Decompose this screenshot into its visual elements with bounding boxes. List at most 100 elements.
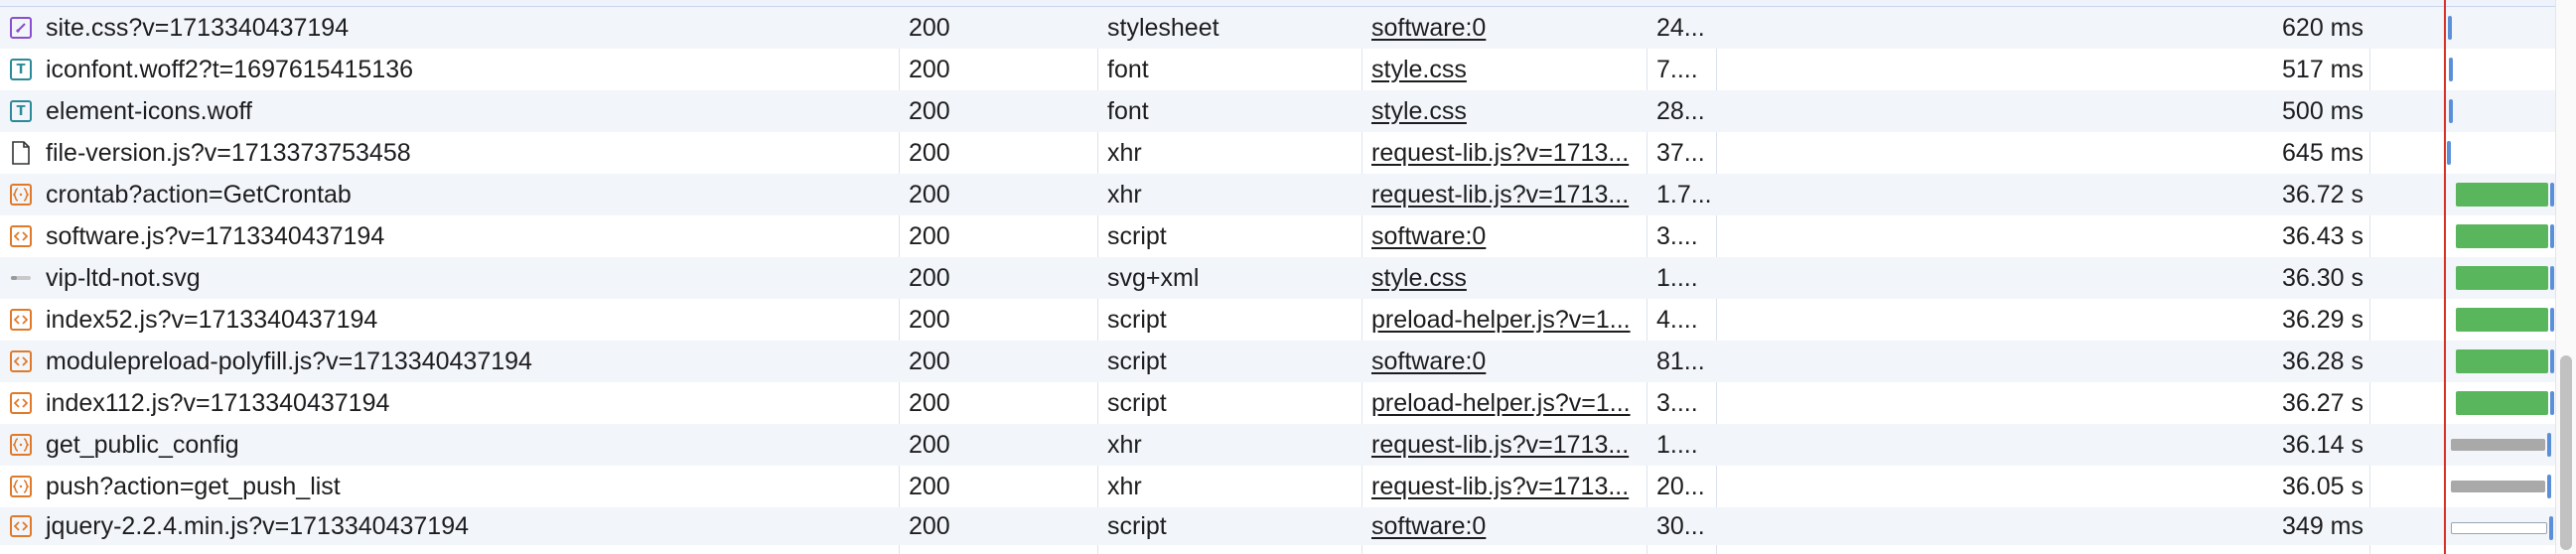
initiator-cell[interactable]: request-lib.js?v=1713... — [1371, 132, 1640, 174]
table-row[interactable]: vip-ltd-not.svg 200 svg+xml style.css 1.... 3… — [0, 257, 2556, 299]
initiator-link[interactable]: preload-helper.js?v=1... — [1371, 306, 1631, 335]
request-time: 36.43 s — [2281, 221, 2363, 250]
initiator-cell[interactable]: software:0 — [1371, 507, 1640, 545]
request-name-cell[interactable]: index112.js?v=1713340437194 — [10, 382, 894, 424]
waterfall-bar — [2456, 391, 2548, 415]
initiator-link[interactable]: preload-helper.js?v=1... — [1371, 389, 1631, 418]
request-name-cell[interactable]: push?action=get_push_list — [10, 466, 894, 507]
table-row[interactable]: push?action=get_push_list 200 xhr request-l… — [0, 466, 2556, 507]
table-row[interactable]: software.js?v=1713340437194 200 script soft… — [0, 215, 2556, 257]
resource-type: xhr — [1107, 472, 1142, 500]
table-row[interactable]: crontab?action=GetCrontab 200 xhr request-l… — [0, 174, 2556, 215]
request-name[interactable]: get_public_config — [46, 431, 239, 460]
initiator-link[interactable]: software:0 — [1371, 14, 1486, 43]
request-name[interactable]: jquery-2.2.4.min.js?v=1713340437194 — [46, 512, 469, 541]
request-name[interactable]: index52.js?v=1713340437194 — [46, 306, 377, 335]
initiator-link[interactable]: software:0 — [1371, 222, 1486, 251]
table-row[interactable]: site.css?v=1713340437194 200 stylesheet sof… — [0, 7, 2556, 49]
resource-type: script — [1107, 388, 1167, 417]
status-cell: 200 — [909, 466, 1087, 507]
resource-type: xhr — [1107, 430, 1142, 459]
request-name-cell[interactable]: index52.js?v=1713340437194 — [10, 299, 894, 341]
initiator-cell[interactable]: style.css — [1371, 257, 1640, 299]
initiator-link[interactable]: style.css — [1371, 97, 1467, 126]
request-name[interactable]: iconfont.woff2?t=1697615415136 — [46, 56, 413, 84]
request-name-cell[interactable]: file-version.js?v=1713373753458 — [10, 132, 894, 174]
table-row[interactable]: get_public_config 200 xhr request-lib.js?v=… — [0, 424, 2556, 466]
initiator-link[interactable]: software:0 — [1371, 512, 1486, 541]
waterfall-end-tick — [2550, 224, 2554, 248]
status-cell: 200 — [909, 341, 1087, 382]
request-name-cell[interactable]: crontab?action=GetCrontab — [10, 174, 894, 215]
time-cell: 36.28 s — [1728, 341, 2363, 382]
status-code: 200 — [909, 180, 950, 208]
initiator-link[interactable]: request-lib.js?v=1713... — [1371, 431, 1629, 460]
table-row[interactable]: Telement-icons.woff 200 font style.css 28...… — [0, 90, 2556, 132]
request-name[interactable]: software.js?v=1713340437194 — [46, 222, 384, 251]
request-name[interactable]: crontab?action=GetCrontab — [46, 181, 352, 209]
scrollbar-thumb[interactable] — [2560, 355, 2572, 550]
size-cell: 1.... — [1656, 257, 1716, 299]
initiator-link[interactable]: style.css — [1371, 264, 1467, 293]
resource-type: script — [1107, 221, 1167, 250]
transfer-size: 4.... — [1656, 305, 1698, 334]
initiator-link[interactable]: request-lib.js?v=1713... — [1371, 139, 1629, 168]
vertical-scrollbar[interactable] — [2555, 0, 2576, 554]
request-name-cell[interactable]: get_public_config — [10, 424, 894, 466]
initiator-link[interactable]: software:0 — [1371, 347, 1486, 376]
type-cell: font — [1107, 49, 1356, 90]
request-name-cell[interactable]: jquery-2.2.4.min.js?v=1713340437194 — [10, 507, 894, 545]
size-cell: 30... — [1656, 507, 1716, 545]
transfer-size: 3.... — [1656, 221, 1698, 250]
request-name-cell[interactable]: site.css?v=1713340437194 — [10, 7, 894, 49]
table-row[interactable]: modulepreload-polyfill.js?v=171334043719… — [0, 341, 2556, 382]
table-row[interactable]: file-version.js?v=1713373753458 200 xhr req… — [0, 132, 2556, 174]
request-name[interactable]: push?action=get_push_list — [46, 473, 341, 501]
request-name-cell[interactable]: Telement-icons.woff — [10, 90, 894, 132]
table-row[interactable]: index112.js?v=1713340437194 200 script prel… — [0, 382, 2556, 424]
script-icon — [10, 515, 32, 537]
request-name-cell[interactable]: modulepreload-polyfill.js?v=171334043719… — [10, 341, 894, 382]
request-name-cell[interactable]: Ticonfont.woff2?t=1697615415136 — [10, 49, 894, 90]
initiator-cell[interactable]: request-lib.js?v=1713... — [1371, 424, 1640, 466]
initiator-link[interactable]: request-lib.js?v=1713... — [1371, 473, 1629, 501]
initiator-cell[interactable]: preload-helper.js?v=1... — [1371, 299, 1640, 341]
waterfall-end-tick — [2550, 308, 2554, 332]
time-cell: 36.29 s — [1728, 299, 2363, 341]
status-code: 200 — [909, 430, 950, 459]
size-cell: 24... — [1656, 7, 1716, 49]
initiator-cell[interactable]: software:0 — [1371, 7, 1640, 49]
request-name-cell[interactable]: vip-ltd-not.svg — [10, 257, 894, 299]
resource-type: font — [1107, 96, 1149, 125]
request-name[interactable]: index112.js?v=1713340437194 — [46, 389, 389, 418]
status-code: 200 — [909, 346, 950, 375]
initiator-link[interactable]: style.css — [1371, 56, 1467, 84]
size-cell: 28... — [1656, 90, 1716, 132]
transfer-size: 20... — [1656, 472, 1705, 500]
time-cell: 36.30 s — [1728, 257, 2363, 299]
request-name[interactable]: site.css?v=1713340437194 — [46, 14, 349, 43]
request-name-cell[interactable]: software.js?v=1713340437194 — [10, 215, 894, 257]
status-code: 200 — [909, 138, 950, 167]
table-row[interactable]: Ticonfont.woff2?t=1697615415136 200 font st… — [0, 49, 2556, 90]
request-name[interactable]: file-version.js?v=1713373753458 — [46, 139, 411, 168]
initiator-cell[interactable]: style.css — [1371, 90, 1640, 132]
font-file-icon: T — [10, 59, 32, 80]
request-name[interactable]: element-icons.woff — [46, 97, 252, 126]
table-row[interactable]: jquery-2.2.4.min.js?v=1713340437194 200 sc… — [0, 507, 2556, 545]
transfer-size: 24... — [1656, 13, 1705, 42]
initiator-cell[interactable]: software:0 — [1371, 341, 1640, 382]
resource-type: stylesheet — [1107, 13, 1219, 42]
initiator-cell[interactable]: request-lib.js?v=1713... — [1371, 174, 1640, 215]
initiator-cell[interactable]: request-lib.js?v=1713... — [1371, 466, 1640, 507]
request-time: 517 ms — [2282, 55, 2363, 83]
waterfall-end-tick — [2550, 266, 2554, 290]
initiator-cell[interactable]: style.css — [1371, 49, 1640, 90]
request-name[interactable]: modulepreload-polyfill.js?v=171334043719… — [46, 347, 532, 376]
initiator-cell[interactable]: preload-helper.js?v=1... — [1371, 382, 1640, 424]
initiator-link[interactable]: request-lib.js?v=1713... — [1371, 181, 1629, 209]
table-row[interactable]: index52.js?v=1713340437194 200 script prelo… — [0, 299, 2556, 341]
request-name[interactable]: vip-ltd-not.svg — [46, 264, 201, 293]
initiator-cell[interactable]: software:0 — [1371, 215, 1640, 257]
request-time: 36.29 s — [2281, 305, 2363, 334]
